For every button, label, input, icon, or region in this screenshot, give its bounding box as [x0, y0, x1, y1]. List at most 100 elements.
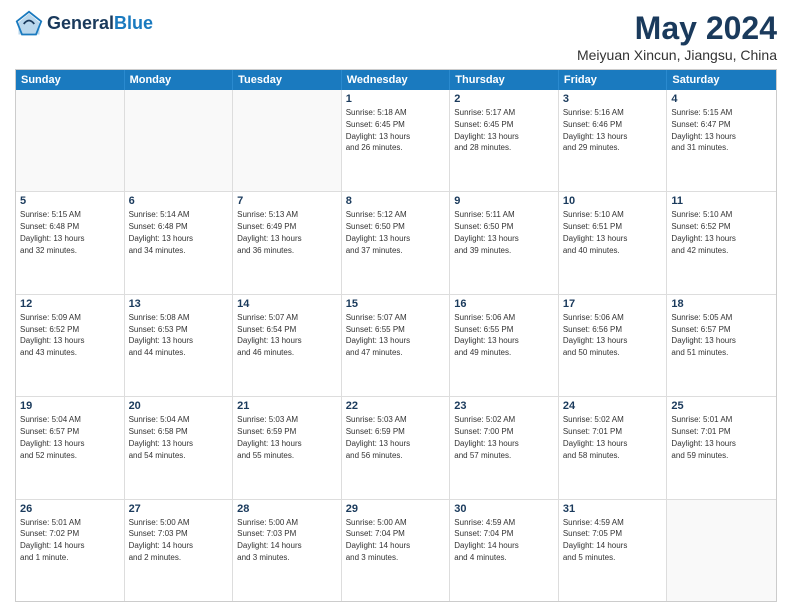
calendar-cell: 3 Sunrise: 5:16 AM Sunset: 6:46 PM Daylig… — [559, 90, 668, 191]
cell-info: Sunrise: 5:02 AM Sunset: 7:00 PM Dayligh… — [454, 415, 518, 459]
calendar-cell: 15Sunrise: 5:07 AM Sunset: 6:55 PM Dayli… — [342, 295, 451, 396]
calendar-cell: 31 Sunrise: 4:59 AM Sunset: 7:05 PM Dayli… — [559, 500, 668, 601]
day-number: 29 — [346, 503, 446, 515]
day-number: 8 — [346, 195, 446, 207]
calendar-cell: 17 Sunrise: 5:06 AM Sunset: 6:56 PM Dayli… — [559, 295, 668, 396]
cell-info: Sunrise: 5:08 AM Sunset: 6:53 PM Dayligh… — [129, 313, 193, 357]
main-title: May 2024 — [577, 10, 777, 47]
calendar-row-3: 19Sunrise: 5:04 AM Sunset: 6:57 PM Dayli… — [16, 397, 776, 499]
cell-info: Sunrise: 5:11 AM Sunset: 6:50 PM Dayligh… — [454, 210, 518, 254]
day-number: 11 — [671, 195, 772, 207]
weekday-header-saturday: Saturday — [667, 70, 776, 90]
calendar-cell: 21 Sunrise: 5:03 AM Sunset: 6:59 PM Dayli… — [233, 397, 342, 498]
day-number: 13 — [129, 298, 229, 310]
cell-info: Sunrise: 5:17 AM Sunset: 6:45 PM Dayligh… — [454, 108, 518, 152]
weekday-header-friday: Friday — [559, 70, 668, 90]
calendar-cell: 9 Sunrise: 5:11 AM Sunset: 6:50 PM Daylig… — [450, 192, 559, 293]
cell-info: Sunrise: 4:59 AM Sunset: 7:05 PM Dayligh… — [563, 518, 627, 562]
weekday-header-monday: Monday — [125, 70, 234, 90]
calendar-cell: 10 Sunrise: 5:10 AM Sunset: 6:51 PM Dayli… — [559, 192, 668, 293]
day-number: 22 — [346, 400, 446, 412]
calendar-cell — [233, 90, 342, 191]
day-number: 12 — [20, 298, 120, 310]
cell-info: Sunrise: 5:13 AM Sunset: 6:49 PM Dayligh… — [237, 210, 301, 254]
cell-info: Sunrise: 5:10 AM Sunset: 6:51 PM Dayligh… — [563, 210, 627, 254]
day-number: 31 — [563, 503, 663, 515]
logo-icon — [15, 10, 43, 38]
day-number: 18 — [671, 298, 772, 310]
calendar-cell: 18Sunrise: 5:05 AM Sunset: 6:57 PM Dayli… — [667, 295, 776, 396]
weekday-header-tuesday: Tuesday — [233, 70, 342, 90]
cell-info: Sunrise: 5:00 AM Sunset: 7:04 PM Dayligh… — [346, 518, 410, 562]
day-number: 3 — [563, 93, 663, 105]
calendar-cell — [125, 90, 234, 191]
calendar-body: 1 Sunrise: 5:18 AM Sunset: 6:45 PM Daylig… — [16, 90, 776, 601]
calendar-header: SundayMondayTuesdayWednesdayThursdayFrid… — [16, 70, 776, 90]
calendar-cell: 11Sunrise: 5:10 AM Sunset: 6:52 PM Dayli… — [667, 192, 776, 293]
cell-info: Sunrise: 5:04 AM Sunset: 6:57 PM Dayligh… — [20, 415, 84, 459]
day-number: 6 — [129, 195, 229, 207]
calendar-row-0: 1 Sunrise: 5:18 AM Sunset: 6:45 PM Daylig… — [16, 90, 776, 192]
calendar-cell: 28Sunrise: 5:00 AM Sunset: 7:03 PM Dayli… — [233, 500, 342, 601]
calendar-cell: 8 Sunrise: 5:12 AM Sunset: 6:50 PM Daylig… — [342, 192, 451, 293]
cell-info: Sunrise: 4:59 AM Sunset: 7:04 PM Dayligh… — [454, 518, 518, 562]
logo: GeneralBlue — [15, 10, 153, 38]
day-number: 27 — [129, 503, 229, 515]
cell-info: Sunrise: 5:01 AM Sunset: 7:01 PM Dayligh… — [671, 415, 735, 459]
calendar-cell: 6 Sunrise: 5:14 AM Sunset: 6:48 PM Daylig… — [125, 192, 234, 293]
calendar-cell: 7 Sunrise: 5:13 AM Sunset: 6:49 PM Daylig… — [233, 192, 342, 293]
cell-info: Sunrise: 5:15 AM Sunset: 6:47 PM Dayligh… — [671, 108, 735, 152]
calendar-page: GeneralBlue May 2024 Meiyuan Xincun, Jia… — [0, 0, 792, 612]
calendar-cell: 30 Sunrise: 4:59 AM Sunset: 7:04 PM Dayli… — [450, 500, 559, 601]
calendar-row-4: 26 Sunrise: 5:01 AM Sunset: 7:02 PM Dayli… — [16, 500, 776, 601]
cell-info: Sunrise: 5:12 AM Sunset: 6:50 PM Dayligh… — [346, 210, 410, 254]
day-number: 4 — [671, 93, 772, 105]
cell-info: Sunrise: 5:06 AM Sunset: 6:56 PM Dayligh… — [563, 313, 627, 357]
weekday-header-thursday: Thursday — [450, 70, 559, 90]
calendar-cell: 19Sunrise: 5:04 AM Sunset: 6:57 PM Dayli… — [16, 397, 125, 498]
day-number: 15 — [346, 298, 446, 310]
day-number: 24 — [563, 400, 663, 412]
cell-info: Sunrise: 5:06 AM Sunset: 6:55 PM Dayligh… — [454, 313, 518, 357]
cell-info: Sunrise: 5:15 AM Sunset: 6:48 PM Dayligh… — [20, 210, 84, 254]
day-number: 1 — [346, 93, 446, 105]
day-number: 20 — [129, 400, 229, 412]
cell-info: Sunrise: 5:14 AM Sunset: 6:48 PM Dayligh… — [129, 210, 193, 254]
calendar-cell: 29 Sunrise: 5:00 AM Sunset: 7:04 PM Dayli… — [342, 500, 451, 601]
cell-info: Sunrise: 5:03 AM Sunset: 6:59 PM Dayligh… — [237, 415, 301, 459]
day-number: 17 — [563, 298, 663, 310]
cell-info: Sunrise: 5:01 AM Sunset: 7:02 PM Dayligh… — [20, 518, 84, 562]
calendar-cell: 2Sunrise: 5:17 AM Sunset: 6:45 PM Daylig… — [450, 90, 559, 191]
cell-info: Sunrise: 5:16 AM Sunset: 6:46 PM Dayligh… — [563, 108, 627, 152]
cell-info: Sunrise: 5:02 AM Sunset: 7:01 PM Dayligh… — [563, 415, 627, 459]
calendar-cell: 26 Sunrise: 5:01 AM Sunset: 7:02 PM Dayli… — [16, 500, 125, 601]
calendar-cell: 24 Sunrise: 5:02 AM Sunset: 7:01 PM Dayli… — [559, 397, 668, 498]
calendar-cell: 13 Sunrise: 5:08 AM Sunset: 6:53 PM Dayli… — [125, 295, 234, 396]
day-number: 21 — [237, 400, 337, 412]
day-number: 16 — [454, 298, 554, 310]
calendar-cell: 25 Sunrise: 5:01 AM Sunset: 7:01 PM Dayli… — [667, 397, 776, 498]
calendar-cell: 16 Sunrise: 5:06 AM Sunset: 6:55 PM Dayli… — [450, 295, 559, 396]
day-number: 14 — [237, 298, 337, 310]
day-number: 9 — [454, 195, 554, 207]
calendar-cell: 5 Sunrise: 5:15 AM Sunset: 6:48 PM Daylig… — [16, 192, 125, 293]
day-number: 10 — [563, 195, 663, 207]
calendar-cell: 14 Sunrise: 5:07 AM Sunset: 6:54 PM Dayli… — [233, 295, 342, 396]
weekday-header-wednesday: Wednesday — [342, 70, 451, 90]
cell-info: Sunrise: 5:00 AM Sunset: 7:03 PM Dayligh… — [237, 518, 301, 562]
day-number: 30 — [454, 503, 554, 515]
day-number: 23 — [454, 400, 554, 412]
calendar-cell — [667, 500, 776, 601]
calendar: SundayMondayTuesdayWednesdayThursdayFrid… — [15, 69, 777, 602]
day-number: 25 — [671, 400, 772, 412]
calendar-cell — [16, 90, 125, 191]
page-header: GeneralBlue May 2024 Meiyuan Xincun, Jia… — [15, 10, 777, 63]
calendar-cell: 20Sunrise: 5:04 AM Sunset: 6:58 PM Dayli… — [125, 397, 234, 498]
cell-info: Sunrise: 5:07 AM Sunset: 6:54 PM Dayligh… — [237, 313, 301, 357]
day-number: 26 — [20, 503, 120, 515]
cell-info: Sunrise: 5:00 AM Sunset: 7:03 PM Dayligh… — [129, 518, 193, 562]
calendar-cell: 4 Sunrise: 5:15 AM Sunset: 6:47 PM Daylig… — [667, 90, 776, 191]
day-number: 7 — [237, 195, 337, 207]
day-number: 5 — [20, 195, 120, 207]
cell-info: Sunrise: 5:18 AM Sunset: 6:45 PM Dayligh… — [346, 108, 410, 152]
